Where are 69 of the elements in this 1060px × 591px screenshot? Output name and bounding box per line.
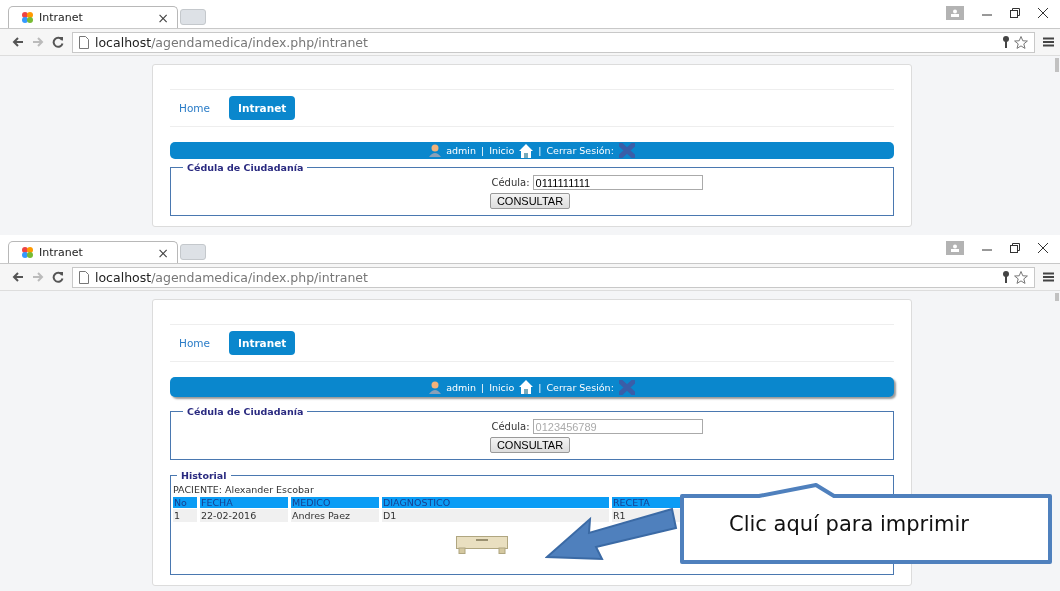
back-arrow-icon[interactable] (12, 36, 24, 48)
table-cell: Andres Paez (291, 509, 379, 522)
column-header: FECHA (200, 497, 288, 508)
scrollbar[interactable] (1055, 293, 1059, 301)
page-icon (79, 35, 89, 49)
nav-link[interactable]: Home (170, 331, 219, 355)
field-label: Cédula: (491, 421, 530, 432)
separator: | (538, 145, 542, 156)
tab-close-button[interactable]: × (157, 9, 169, 26)
house-icon[interactable] (519, 380, 534, 394)
reload-icon[interactable] (52, 36, 64, 48)
inicio-link[interactable]: Inicio (489, 381, 515, 393)
user-link[interactable]: admin (446, 145, 476, 156)
close-icon[interactable] (1038, 243, 1048, 253)
browser-tab[interactable]: Intranet × (8, 6, 178, 28)
close-icon[interactable] (1038, 8, 1048, 18)
patient-name: PACIENTE: Alexander Escobar (173, 484, 315, 495)
column-header: DIAGNOSTICO (382, 497, 609, 508)
inicio-link[interactable]: Inicio (489, 145, 515, 156)
section-title: Cédula de Ciudadanía (186, 406, 305, 417)
profile-button[interactable] (946, 241, 964, 255)
tab-close-button[interactable]: × (157, 244, 169, 261)
field-label: Cédula: (491, 177, 530, 188)
person-icon (951, 9, 959, 17)
menu-icon[interactable] (1043, 272, 1054, 282)
star-icon[interactable] (1014, 35, 1028, 49)
scrollbar[interactable] (1055, 58, 1059, 72)
nav-link[interactable]: Home (170, 96, 219, 120)
url-text: localhost/agendamedica/index.php/intranet (95, 34, 368, 50)
key-icon[interactable] (1002, 270, 1010, 283)
restore-icon[interactable] (1010, 8, 1020, 18)
user-icon (429, 380, 442, 394)
nav-link[interactable]: Intranet (229, 96, 296, 120)
user-icon (429, 144, 442, 157)
consultar-button[interactable]: CONSULTAR (489, 193, 571, 209)
section-title: Historial (180, 470, 228, 481)
restore-icon[interactable] (1010, 243, 1020, 253)
section-title: Cédula de Ciudadanía (186, 162, 305, 173)
menu-icon[interactable] (1043, 37, 1054, 47)
separator: | (480, 381, 485, 393)
printer-icon[interactable] (456, 536, 508, 554)
profile-button[interactable] (946, 6, 964, 20)
address-bar[interactable]: localhost/agendamedica/index.php/intranet (72, 31, 1035, 53)
table-cell: D1 (382, 509, 609, 522)
table-cell: 22-02-2016 (200, 509, 288, 522)
consultar-button[interactable]: CONSULTAR (489, 437, 571, 453)
separator: | (480, 145, 485, 156)
star-icon[interactable] (1014, 270, 1028, 284)
person-icon (951, 244, 959, 252)
column-header: MEDICO (291, 497, 379, 508)
logout-link[interactable]: Cerrar Sesión: (546, 145, 614, 156)
reload-icon[interactable] (52, 271, 64, 283)
tab-title: Intranet (39, 11, 84, 24)
user-link[interactable]: admin (446, 381, 476, 393)
tab-title: Intranet (39, 246, 84, 259)
browser-tab[interactable]: Intranet × (8, 241, 178, 263)
cedula-input[interactable]: 0123456789 (532, 419, 703, 434)
column-header: No (173, 497, 197, 508)
nav-link[interactable]: Intranet (229, 331, 296, 355)
page-icon (79, 270, 89, 284)
url-text: localhost/agendamedica/index.php/intranet (95, 269, 368, 285)
separator: | (538, 381, 542, 393)
cedula-input[interactable]: 0111111111 (532, 175, 703, 190)
logout-link[interactable]: Cerrar Sesión: (546, 381, 614, 393)
address-bar[interactable]: localhost/agendamedica/index.php/intranet (72, 266, 1035, 288)
house-icon[interactable] (519, 143, 534, 158)
back-arrow-icon[interactable] (12, 271, 24, 283)
table-cell: 1 (173, 509, 197, 522)
key-icon[interactable] (1002, 35, 1010, 48)
